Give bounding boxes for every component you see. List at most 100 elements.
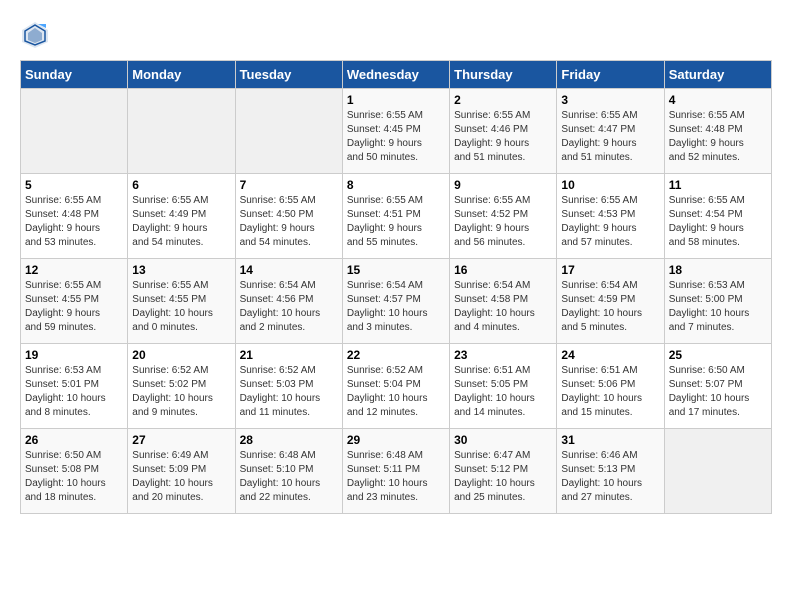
weekday-header-wednesday: Wednesday <box>342 61 449 89</box>
calendar-week-1: 1 Sunrise: 6:55 AM Sunset: 4:45 PM Daylig… <box>21 89 772 174</box>
calendar-cell: 18 Sunrise: 6:53 AM Sunset: 5:00 PM Dayli… <box>664 259 771 344</box>
day-number: 1 <box>347 93 445 107</box>
calendar-cell: 25 Sunrise: 6:50 AM Sunset: 5:07 PM Dayli… <box>664 344 771 429</box>
day-info: Sunrise: 6:48 AM Sunset: 5:10 PM Dayligh… <box>240 449 338 505</box>
calendar-cell: 20 Sunrise: 6:52 AM Sunset: 5:02 PM Dayli… <box>128 344 235 429</box>
calendar-cell: 30 Sunrise: 6:47 AM Sunset: 5:12 PM Dayli… <box>450 429 557 514</box>
weekday-header-thursday: Thursday <box>450 61 557 89</box>
day-info: Sunrise: 6:53 AM Sunset: 5:01 PM Dayligh… <box>25 364 123 420</box>
page-header <box>20 20 772 50</box>
calendar-cell <box>235 89 342 174</box>
day-number: 7 <box>240 178 338 192</box>
calendar-cell: 26Sunrise: 6:50 AM Sunset: 5:08 PM Dayli… <box>21 429 128 514</box>
calendar-cell: 19Sunrise: 6:53 AM Sunset: 5:01 PM Dayli… <box>21 344 128 429</box>
day-info: Sunrise: 6:55 AM Sunset: 4:53 PM Dayligh… <box>561 194 659 250</box>
day-info: Sunrise: 6:48 AM Sunset: 5:11 PM Dayligh… <box>347 449 445 505</box>
calendar-cell: 29Sunrise: 6:48 AM Sunset: 5:11 PM Dayli… <box>342 429 449 514</box>
day-number: 5 <box>25 178 123 192</box>
calendar-cell: 15Sunrise: 6:54 AM Sunset: 4:57 PM Dayli… <box>342 259 449 344</box>
calendar-cell: 1 Sunrise: 6:55 AM Sunset: 4:45 PM Daylig… <box>342 89 449 174</box>
day-number: 2 <box>454 93 552 107</box>
day-number: 24 <box>561 348 659 362</box>
calendar-cell <box>21 89 128 174</box>
day-info: Sunrise: 6:46 AM Sunset: 5:13 PM Dayligh… <box>561 449 659 505</box>
day-number: 10 <box>561 178 659 192</box>
calendar-cell: 31 Sunrise: 6:46 AM Sunset: 5:13 PM Dayli… <box>557 429 664 514</box>
day-info: Sunrise: 6:55 AM Sunset: 4:55 PM Dayligh… <box>132 279 230 335</box>
day-number: 8 <box>347 178 445 192</box>
day-info: Sunrise: 6:47 AM Sunset: 5:12 PM Dayligh… <box>454 449 552 505</box>
day-number: 17 <box>561 263 659 277</box>
calendar-header-row: SundayMondayTuesdayWednesdayThursdayFrid… <box>21 61 772 89</box>
day-info: Sunrise: 6:53 AM Sunset: 5:00 PM Dayligh… <box>669 279 767 335</box>
logo <box>20 20 54 50</box>
day-number: 22 <box>347 348 445 362</box>
day-number: 11 <box>669 178 767 192</box>
day-number: 3 <box>561 93 659 107</box>
weekday-header-monday: Monday <box>128 61 235 89</box>
calendar-cell: 7 Sunrise: 6:55 AM Sunset: 4:50 PM Daylig… <box>235 174 342 259</box>
calendar-cell <box>128 89 235 174</box>
day-info: Sunrise: 6:55 AM Sunset: 4:45 PM Dayligh… <box>347 109 445 165</box>
calendar-cell: 23 Sunrise: 6:51 AM Sunset: 5:05 PM Dayli… <box>450 344 557 429</box>
weekday-header-friday: Friday <box>557 61 664 89</box>
day-number: 25 <box>669 348 767 362</box>
day-info: Sunrise: 6:55 AM Sunset: 4:46 PM Dayligh… <box>454 109 552 165</box>
calendar-cell: 28 Sunrise: 6:48 AM Sunset: 5:10 PM Dayli… <box>235 429 342 514</box>
calendar-cell: 16 Sunrise: 6:54 AM Sunset: 4:58 PM Dayli… <box>450 259 557 344</box>
day-number: 23 <box>454 348 552 362</box>
day-number: 26 <box>25 433 123 447</box>
day-info: Sunrise: 6:54 AM Sunset: 4:59 PM Dayligh… <box>561 279 659 335</box>
calendar-cell: 8 Sunrise: 6:55 AM Sunset: 4:51 PM Daylig… <box>342 174 449 259</box>
day-number: 9 <box>454 178 552 192</box>
calendar-cell: 24 Sunrise: 6:51 AM Sunset: 5:06 PM Dayli… <box>557 344 664 429</box>
calendar-cell: 10 Sunrise: 6:55 AM Sunset: 4:53 PM Dayli… <box>557 174 664 259</box>
day-info: Sunrise: 6:55 AM Sunset: 4:51 PM Dayligh… <box>347 194 445 250</box>
calendar-cell: 12 Sunrise: 6:55 AM Sunset: 4:55 PM Dayli… <box>21 259 128 344</box>
day-info: Sunrise: 6:55 AM Sunset: 4:48 PM Dayligh… <box>669 109 767 165</box>
calendar-cell: 14Sunrise: 6:54 AM Sunset: 4:56 PM Dayli… <box>235 259 342 344</box>
day-info: Sunrise: 6:55 AM Sunset: 4:52 PM Dayligh… <box>454 194 552 250</box>
calendar-cell: 3Sunrise: 6:55 AM Sunset: 4:47 PM Daylig… <box>557 89 664 174</box>
day-number: 18 <box>669 263 767 277</box>
calendar-cell: 2 Sunrise: 6:55 AM Sunset: 4:46 PM Daylig… <box>450 89 557 174</box>
day-info: Sunrise: 6:55 AM Sunset: 4:49 PM Dayligh… <box>132 194 230 250</box>
day-info: Sunrise: 6:52 AM Sunset: 5:02 PM Dayligh… <box>132 364 230 420</box>
day-number: 13 <box>132 263 230 277</box>
day-info: Sunrise: 6:55 AM Sunset: 4:55 PM Dayligh… <box>25 279 123 335</box>
day-info: Sunrise: 6:51 AM Sunset: 5:06 PM Dayligh… <box>561 364 659 420</box>
weekday-header-sunday: Sunday <box>21 61 128 89</box>
calendar-cell: 27Sunrise: 6:49 AM Sunset: 5:09 PM Dayli… <box>128 429 235 514</box>
day-info: Sunrise: 6:54 AM Sunset: 4:57 PM Dayligh… <box>347 279 445 335</box>
day-info: Sunrise: 6:52 AM Sunset: 5:04 PM Dayligh… <box>347 364 445 420</box>
day-number: 28 <box>240 433 338 447</box>
calendar-week-5: 26Sunrise: 6:50 AM Sunset: 5:08 PM Dayli… <box>21 429 772 514</box>
calendar-cell: 5 Sunrise: 6:55 AM Sunset: 4:48 PM Daylig… <box>21 174 128 259</box>
day-info: Sunrise: 6:51 AM Sunset: 5:05 PM Dayligh… <box>454 364 552 420</box>
day-info: Sunrise: 6:55 AM Sunset: 4:50 PM Dayligh… <box>240 194 338 250</box>
calendar-week-3: 12 Sunrise: 6:55 AM Sunset: 4:55 PM Dayli… <box>21 259 772 344</box>
calendar-cell: 6Sunrise: 6:55 AM Sunset: 4:49 PM Daylig… <box>128 174 235 259</box>
day-info: Sunrise: 6:55 AM Sunset: 4:54 PM Dayligh… <box>669 194 767 250</box>
day-number: 21 <box>240 348 338 362</box>
day-info: Sunrise: 6:54 AM Sunset: 4:58 PM Dayligh… <box>454 279 552 335</box>
logo-icon <box>20 20 50 50</box>
calendar-cell: 17 Sunrise: 6:54 AM Sunset: 4:59 PM Dayli… <box>557 259 664 344</box>
calendar-cell <box>664 429 771 514</box>
day-number: 30 <box>454 433 552 447</box>
calendar-cell: 9 Sunrise: 6:55 AM Sunset: 4:52 PM Daylig… <box>450 174 557 259</box>
calendar-week-2: 5 Sunrise: 6:55 AM Sunset: 4:48 PM Daylig… <box>21 174 772 259</box>
calendar-cell: 13 Sunrise: 6:55 AM Sunset: 4:55 PM Dayli… <box>128 259 235 344</box>
day-info: Sunrise: 6:55 AM Sunset: 4:48 PM Dayligh… <box>25 194 123 250</box>
calendar-cell: 22 Sunrise: 6:52 AM Sunset: 5:04 PM Dayli… <box>342 344 449 429</box>
day-number: 14 <box>240 263 338 277</box>
day-number: 12 <box>25 263 123 277</box>
day-number: 31 <box>561 433 659 447</box>
day-number: 16 <box>454 263 552 277</box>
day-number: 20 <box>132 348 230 362</box>
calendar-week-4: 19Sunrise: 6:53 AM Sunset: 5:01 PM Dayli… <box>21 344 772 429</box>
day-info: Sunrise: 6:50 AM Sunset: 5:07 PM Dayligh… <box>669 364 767 420</box>
day-number: 27 <box>132 433 230 447</box>
calendar-cell: 11 Sunrise: 6:55 AM Sunset: 4:54 PM Dayli… <box>664 174 771 259</box>
calendar-cell: 4Sunrise: 6:55 AM Sunset: 4:48 PM Daylig… <box>664 89 771 174</box>
